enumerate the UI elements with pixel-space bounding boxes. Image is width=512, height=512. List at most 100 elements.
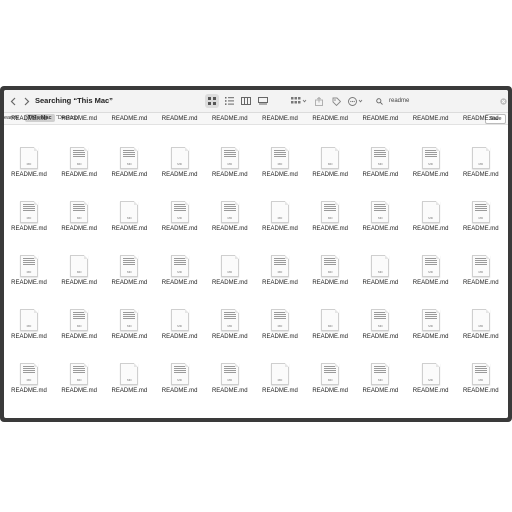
page-fold — [34, 201, 38, 205]
file-item[interactable]: MD README.md — [456, 251, 506, 305]
page-fold — [34, 147, 38, 151]
file-item[interactable]: MD README.md — [155, 359, 205, 413]
file-item[interactable]: MD README.md — [255, 305, 305, 359]
file-item[interactable]: MD README.md — [205, 143, 255, 197]
page-fold — [84, 201, 89, 205]
file-name: README.md — [262, 226, 298, 232]
file-item[interactable]: MD README.md — [456, 197, 506, 251]
file-type-badge: MD — [127, 216, 132, 220]
file-item[interactable]: MD README.md — [205, 197, 255, 251]
file-item[interactable]: MD README.md — [305, 143, 355, 197]
file-item[interactable]: MD README.md — [155, 197, 205, 251]
file-item[interactable]: MD README.md — [255, 251, 305, 305]
file-item[interactable]: MD README.md — [456, 143, 506, 197]
file-item[interactable]: MD README.md — [4, 143, 54, 197]
file-item[interactable]: MD README.md — [104, 359, 154, 413]
list-view-icon[interactable] — [222, 94, 236, 108]
icon-view-icon[interactable] — [205, 94, 219, 108]
file-type-badge: MD — [378, 216, 383, 220]
file-name: README.md — [362, 388, 399, 394]
file-item[interactable]: MD README.md — [255, 143, 305, 197]
clear-search-icon[interactable] — [498, 94, 508, 108]
file-item[interactable]: MD README.md — [406, 251, 456, 305]
file-item[interactable]: MD README.md — [54, 143, 104, 197]
gallery-view-icon[interactable] — [256, 94, 270, 108]
file-item[interactable]: MD README.md — [305, 305, 355, 359]
file-item[interactable]: MD README.md — [104, 305, 154, 359]
file-name: README.md — [462, 280, 499, 286]
file-name: README.md — [462, 116, 499, 122]
file-item[interactable]: MD README.md — [355, 197, 405, 251]
file-item[interactable]: MD README.md — [4, 251, 54, 305]
file-item[interactable]: MD README.md — [155, 251, 205, 305]
file-name: README.md — [312, 172, 349, 178]
document-icon: MD — [321, 309, 340, 331]
file-type-badge: MD — [478, 270, 484, 274]
file-item[interactable]: MD README.md — [355, 143, 405, 197]
document-icon: MD — [371, 309, 390, 331]
file-item[interactable]: MD README.md — [104, 143, 154, 197]
file-item[interactable]: MD README.md — [255, 359, 305, 413]
chevron-right-icon[interactable] — [22, 94, 32, 108]
file-name: README.md — [11, 172, 47, 178]
document-icon: MD — [120, 309, 139, 331]
file-item[interactable]: MD README.md — [4, 305, 54, 359]
file-item[interactable]: MD README.md — [456, 305, 506, 359]
file-type-badge: MD — [227, 216, 233, 220]
file-item[interactable]: MD README.md — [305, 197, 355, 251]
search-input[interactable]: readme — [389, 98, 409, 104]
file-item[interactable]: MD README.md — [4, 197, 54, 251]
file-type-badge: MD — [76, 216, 82, 220]
file-type-badge: MD — [26, 162, 32, 166]
more-actions-icon[interactable] — [347, 94, 365, 108]
chevron-left-icon[interactable] — [8, 94, 18, 108]
file-item[interactable]: MD README.md — [54, 197, 104, 251]
file-name: README.md — [262, 388, 298, 394]
tag-icon[interactable] — [330, 94, 342, 108]
file-item[interactable]: MD README.md — [4, 359, 54, 413]
file-item[interactable]: MD README.md — [104, 251, 154, 305]
group-by-icon[interactable] — [290, 94, 308, 108]
file-name: README.md — [211, 226, 248, 232]
document-icon: MD — [321, 147, 340, 169]
file-item[interactable]: MD README.md — [54, 251, 104, 305]
file-item[interactable]: MD README.md — [155, 143, 205, 197]
file-item[interactable]: MD README.md — [355, 251, 405, 305]
file-item[interactable]: MD README.md — [406, 143, 456, 197]
file-item[interactable]: MD README.md — [406, 197, 456, 251]
search-field[interactable]: readme — [376, 94, 501, 108]
column-view-icon[interactable] — [239, 94, 253, 108]
document-icon: MD — [421, 201, 440, 223]
page-fold — [134, 201, 139, 205]
file-type-badge: MD — [378, 324, 383, 328]
file-item[interactable]: MD README.md — [155, 305, 205, 359]
document-icon: MD — [271, 309, 289, 331]
file-name: README.md — [161, 172, 198, 178]
document-icon: MD — [471, 309, 490, 331]
file-item[interactable]: MD README.md — [205, 305, 255, 359]
file-type-badge: MD — [378, 162, 383, 166]
file-item[interactable]: MD README.md — [205, 359, 255, 413]
file-item[interactable]: MD README.md — [54, 359, 104, 413]
file-type-badge: MD — [26, 216, 32, 220]
file-type-badge: MD — [127, 324, 132, 328]
file-item[interactable]: MD README.md — [305, 359, 355, 413]
file-name: README.md — [211, 334, 248, 340]
file-item[interactable]: MD README.md — [104, 197, 154, 251]
file-item[interactable]: MD README.md — [355, 305, 405, 359]
file-item[interactable]: MD README.md — [305, 251, 355, 305]
file-item[interactable]: MD README.md — [205, 251, 255, 305]
share-icon[interactable] — [313, 94, 325, 108]
file-item[interactable]: MD README.md — [355, 359, 405, 413]
file-name: README.md — [412, 334, 449, 340]
file-name: README.md — [362, 334, 399, 340]
file-item[interactable]: MD README.md — [406, 359, 456, 413]
file-item[interactable]: MD README.md — [406, 305, 456, 359]
file-item[interactable]: MD README.md — [54, 305, 104, 359]
file-name: README.md — [262, 280, 298, 286]
file-type-badge: MD — [378, 270, 383, 274]
file-type-badge: MD — [428, 270, 433, 274]
file-item[interactable]: MD README.md — [456, 359, 506, 413]
page-fold — [84, 255, 89, 259]
file-item[interactable]: MD README.md — [255, 197, 305, 251]
